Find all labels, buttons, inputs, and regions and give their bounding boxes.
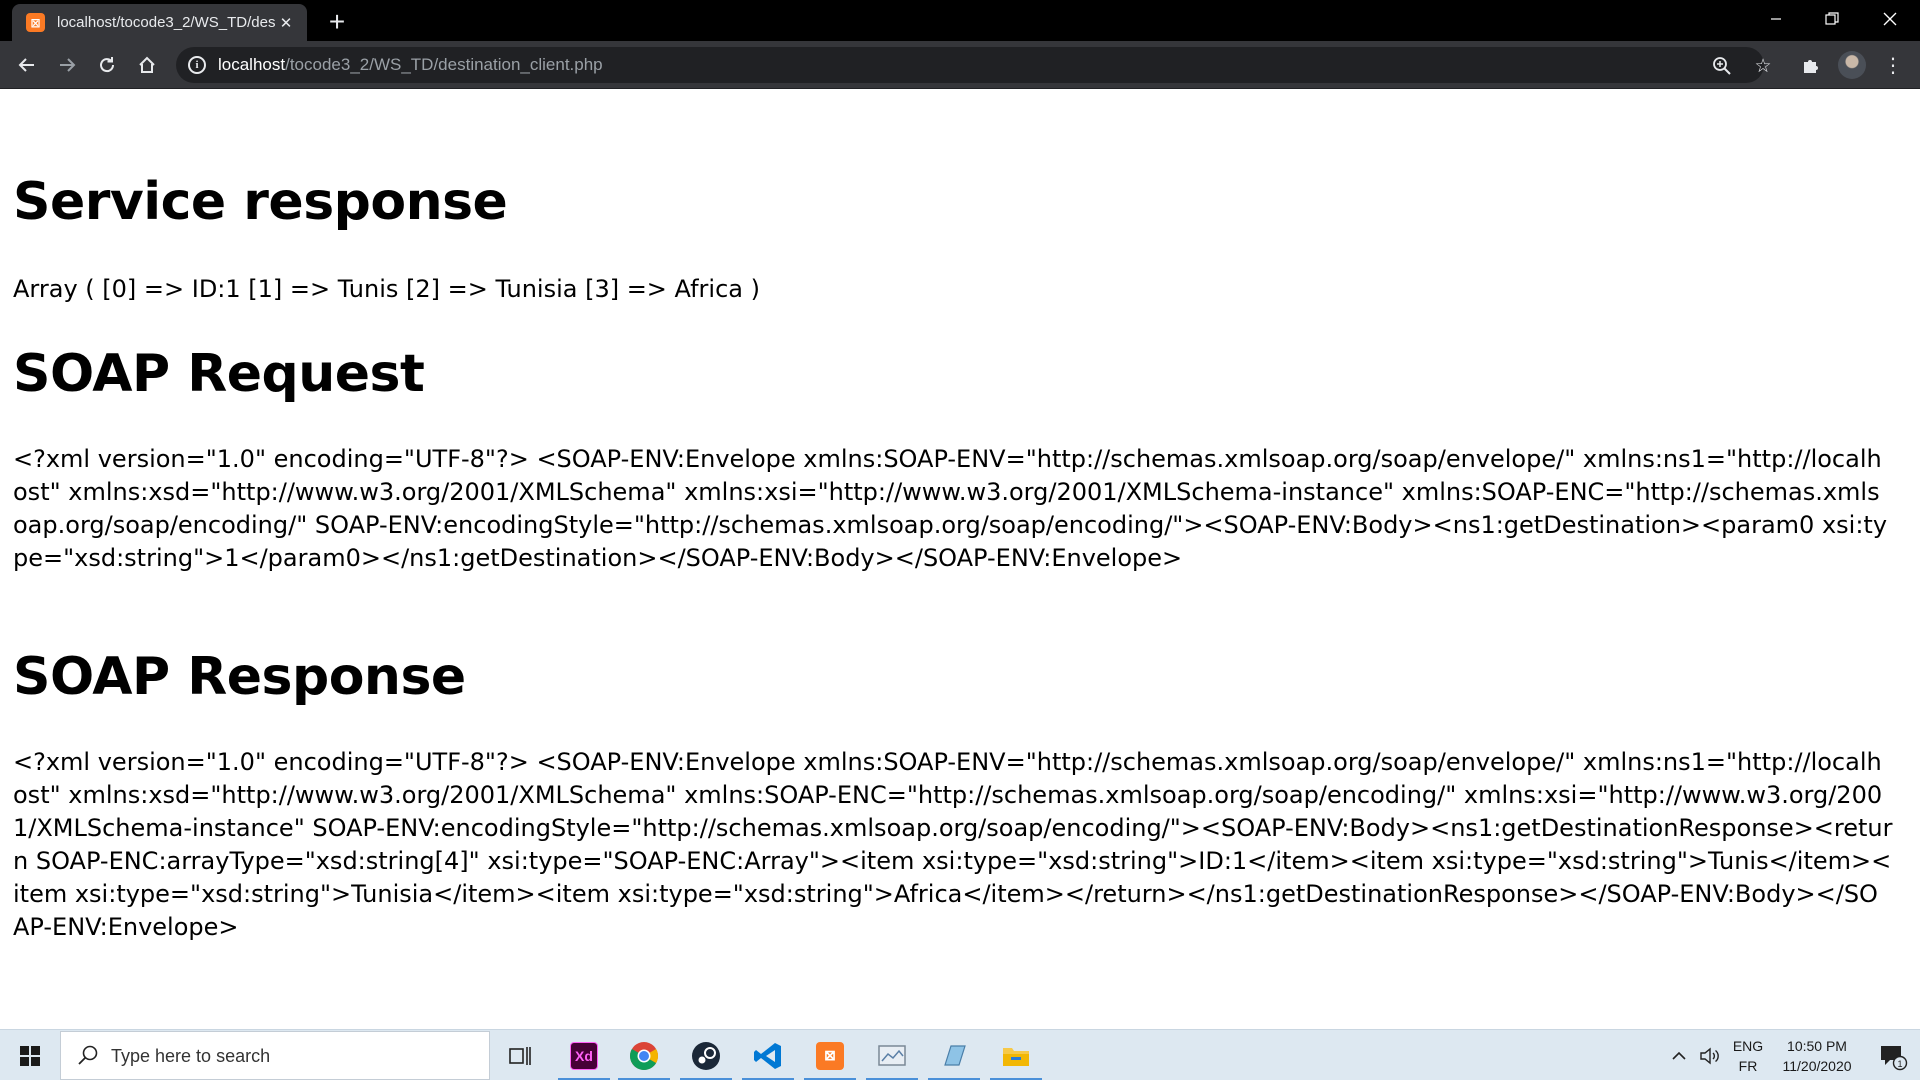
service-response-text: Array ( [0] => ID:1 [1] => Tunis [2] => … (13, 275, 760, 303)
windows-taskbar: Type here to search Xd ⊠ ENG FR 10:50 PM… (0, 1029, 1920, 1080)
taskbar-vscode[interactable] (738, 1030, 798, 1080)
system-clock[interactable]: 10:50 PM 11/20/2020 (1768, 1030, 1866, 1080)
steam-icon (692, 1041, 720, 1070)
taskbar-adobe-xd[interactable]: Xd (554, 1030, 614, 1080)
task-view-icon (509, 1046, 531, 1065)
restore-icon[interactable] (1804, 0, 1860, 38)
site-info-icon[interactable]: i (188, 56, 206, 74)
document-app-icon (944, 1044, 966, 1066)
browser-toolbar: i localhost/tocode3_2/WS_TD/destination_… (0, 41, 1920, 89)
taskbar-chrome[interactable] (614, 1030, 674, 1080)
taskbar-steam[interactable] (676, 1030, 736, 1080)
clock-date: 11/20/2020 (1782, 1057, 1852, 1074)
soap-request-heading: SOAP Request (13, 344, 425, 404)
xampp-favicon-icon: ⊠ (26, 13, 45, 32)
vscode-icon (754, 1042, 781, 1069)
page-content: Service response Array ( [0] => ID:1 [1]… (0, 90, 1920, 1029)
extensions-puzzle-icon[interactable] (1796, 50, 1826, 80)
language-secondary: FR (1738, 1057, 1758, 1074)
search-icon (78, 1045, 98, 1065)
taskbar-file-explorer[interactable] (986, 1030, 1046, 1080)
back-arrow-icon[interactable] (12, 50, 42, 80)
soap-request-text: <?xml version="1.0" encoding="UTF-8"?> <… (13, 445, 1888, 572)
bookmark-star-icon[interactable]: ☆ (1751, 54, 1775, 78)
window-app-icon (878, 1044, 906, 1066)
start-button[interactable] (0, 1030, 60, 1080)
adobe-xd-icon: Xd (570, 1041, 598, 1070)
action-center-button[interactable]: 1 (1866, 1030, 1920, 1080)
tab-title: localhost/tocode3_2/WS_TD/destination_cl… (57, 14, 275, 31)
address-bar[interactable]: i localhost/tocode3_2/WS_TD/destination_… (176, 47, 1772, 83)
tab-close-icon[interactable]: ✕ (275, 12, 297, 34)
volume-icon[interactable] (1694, 1030, 1726, 1080)
soap-response-text: <?xml version="1.0" encoding="UTF-8"?> <… (13, 748, 1893, 941)
forward-arrow-icon[interactable] (52, 50, 82, 80)
show-hidden-icons-icon[interactable] (1664, 1030, 1694, 1080)
soap-response-heading: SOAP Response (13, 647, 466, 707)
new-tab-icon[interactable]: + (322, 6, 352, 37)
taskbar-xampp[interactable]: ⊠ (800, 1030, 860, 1080)
svg-text:1: 1 (1897, 1059, 1902, 1069)
browser-titlebar: ⊠ localhost/tocode3_2/WS_TD/destination_… (0, 0, 1920, 41)
profile-avatar[interactable] (1838, 51, 1866, 79)
close-window-icon[interactable] (1862, 0, 1918, 38)
taskbar-app-8[interactable] (924, 1030, 984, 1080)
taskbar-search-box[interactable]: Type here to search (60, 1031, 490, 1080)
url-text[interactable]: localhost/tocode3_2/WS_TD/destination_cl… (218, 55, 603, 75)
minimize-icon[interactable] (1748, 0, 1804, 38)
zoom-icon[interactable] (1710, 54, 1734, 78)
service-response-heading: Service response (13, 172, 508, 232)
language-primary: ENG (1732, 1037, 1764, 1054)
menu-kebab-icon[interactable]: ⋮ (1878, 50, 1908, 80)
browser-tab[interactable]: ⊠ localhost/tocode3_2/WS_TD/destination_… (12, 4, 307, 41)
search-placeholder: Type here to search (111, 1046, 271, 1066)
task-view-button[interactable] (490, 1030, 550, 1080)
input-language-indicator[interactable]: ENG FR (1728, 1030, 1768, 1080)
clock-time: 10:50 PM (1787, 1037, 1847, 1054)
file-explorer-icon (1003, 1047, 1029, 1066)
xampp-icon: ⊠ (816, 1041, 844, 1070)
home-icon[interactable] (132, 50, 162, 80)
taskbar-app-7[interactable] (862, 1030, 922, 1080)
notification-icon: 1 (1881, 1045, 1908, 1070)
chrome-icon (630, 1041, 658, 1070)
windows-logo-icon (20, 1045, 40, 1066)
reload-icon[interactable] (92, 50, 122, 80)
